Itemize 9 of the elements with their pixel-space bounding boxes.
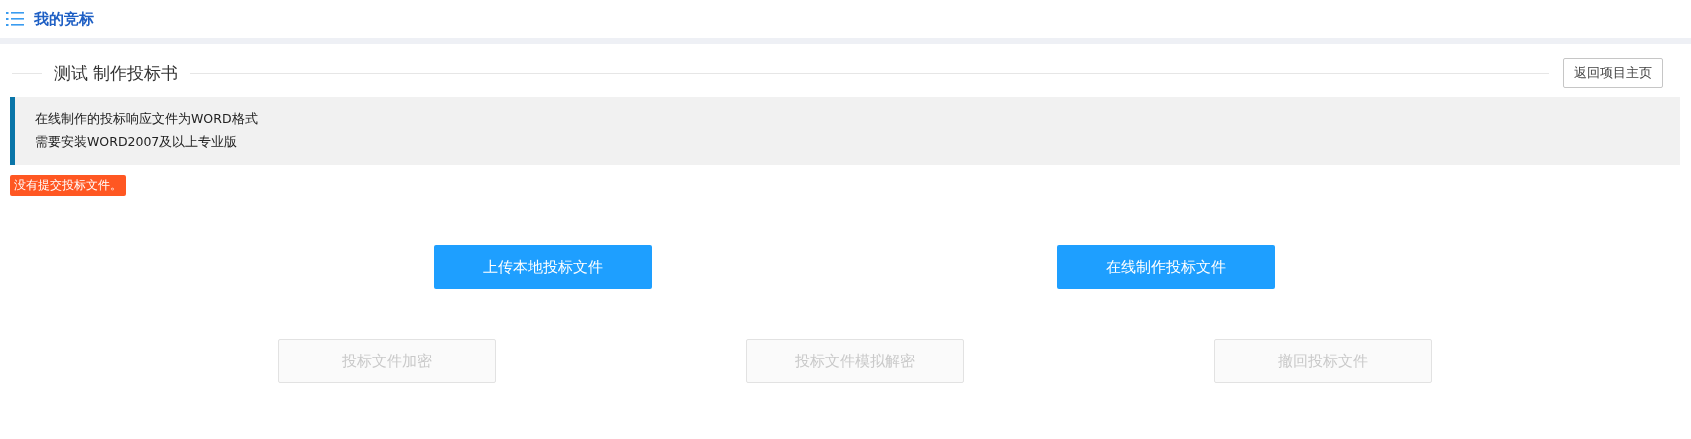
back-button[interactable]: 返回项目主页 — [1563, 58, 1663, 88]
section-title: 测试 制作投标书 — [53, 61, 180, 85]
action-button[interactable]: 在线制作投标文件 — [1057, 245, 1275, 289]
action-button[interactable]: 上传本地投标文件 — [434, 245, 652, 289]
notice-text: 在线制作的投标响应文件为WORD格式 — [35, 111, 259, 128]
status-badge: 没有提交投标文件。 — [10, 175, 126, 196]
page-title: 我的竞标 — [34, 9, 94, 29]
notice-text: 需要安装WORD2007及以上专业版 — [35, 134, 239, 151]
list-icon — [6, 11, 24, 27]
